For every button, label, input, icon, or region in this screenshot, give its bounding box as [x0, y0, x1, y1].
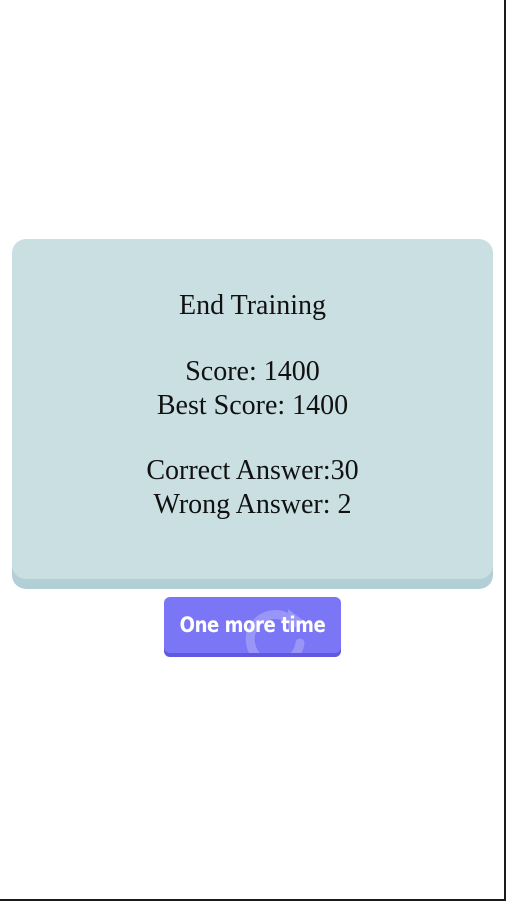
- one-more-time-label: One more time: [179, 613, 326, 637]
- correct-answer-text: Correct Answer:30: [146, 455, 359, 486]
- one-more-time-button[interactable]: One more time: [164, 597, 341, 653]
- wrong-answer-text: Wrong Answer: 2: [153, 489, 352, 520]
- result-card: End Training Score: 1400 Best Score: 140…: [12, 239, 493, 579]
- best-score-text: Best Score: 1400: [156, 390, 349, 421]
- result-title: End Training: [178, 290, 327, 321]
- score-text: Score: 1400: [185, 356, 320, 387]
